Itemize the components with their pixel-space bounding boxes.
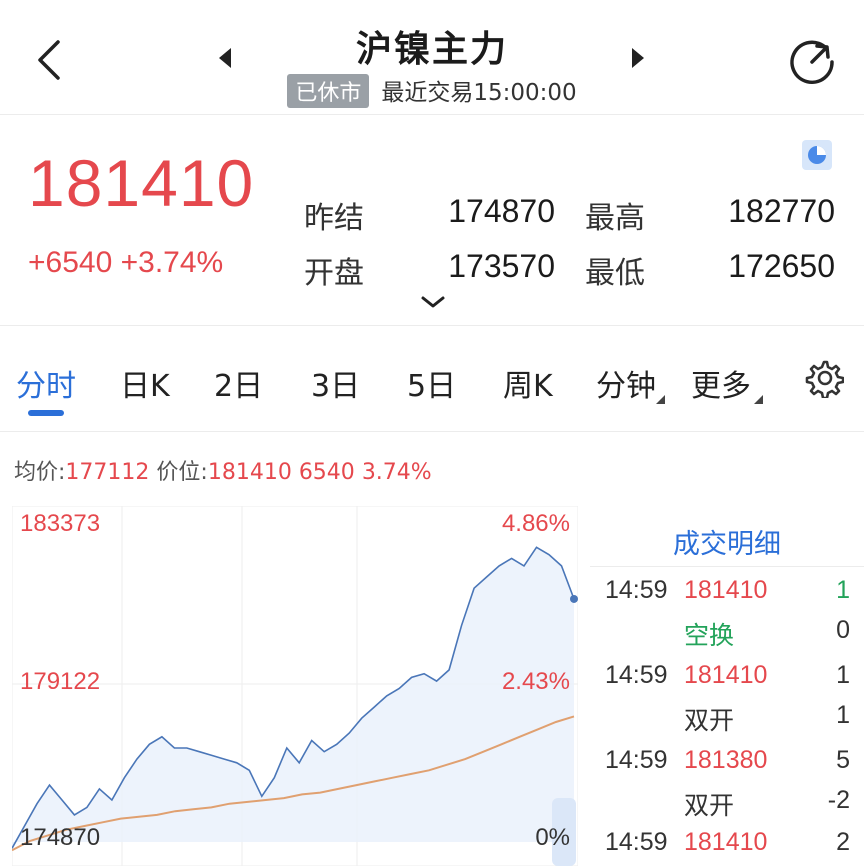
high-value: 182770: [728, 193, 835, 229]
trade-volume: 1: [836, 576, 850, 604]
pie-chart-icon[interactable]: [802, 140, 832, 170]
trade-time: 14:59: [605, 576, 668, 604]
minute-dropdown-indicator: [656, 395, 665, 404]
high-label: 最高: [585, 201, 645, 236]
open-label: 开盘: [304, 256, 364, 291]
avg-label: 均价:: [14, 460, 66, 485]
header: 沪镍主力 已休市 最近交易15:00:00: [0, 0, 864, 114]
trade-time: 14:59: [605, 661, 668, 689]
prev-settle-value: 174870: [448, 193, 555, 229]
trade-volume: 5: [836, 746, 850, 774]
price-info-line: 均价:177112 价位:181410 6540 3.74%: [14, 454, 432, 486]
trade-volume: 1: [836, 701, 850, 729]
axis-mid-percent: 2.43%: [501, 668, 570, 695]
quote-divider: [0, 325, 864, 326]
axis-base-percent: 0%: [535, 824, 570, 851]
low-value: 172650: [728, 248, 835, 284]
tabs-divider: [0, 431, 864, 432]
axis-mid-price: 179122: [20, 668, 101, 695]
trade-row: 14:59 181410 2: [590, 828, 864, 866]
low-label: 最低: [585, 256, 645, 291]
more-dropdown-indicator: [754, 395, 763, 404]
trade-row: 双开 -2: [590, 786, 864, 826]
avg-value: 177112: [65, 460, 150, 485]
trade-price: 181380: [684, 746, 768, 774]
page-title: 沪镍主力: [355, 29, 508, 70]
trade-row: 空换 0: [590, 616, 864, 656]
price-change: +6540 +3.74%: [28, 246, 223, 280]
trade-row: 14:59 181380 5: [590, 746, 864, 786]
info-price-value: 181410: [207, 460, 292, 485]
last-price-dot: [570, 594, 578, 603]
trade-volume: 0: [836, 616, 850, 644]
trade-row: 14:59 181410 1: [590, 661, 864, 701]
open-value: 173570: [448, 248, 555, 284]
info-change-value: 6540: [298, 460, 355, 485]
tab-3-day[interactable]: 3日: [311, 361, 360, 405]
intraday-chart[interactable]: 183373 4.86% 179122 2.43% 174870 0%: [11, 505, 579, 866]
last-price: 181410: [28, 146, 255, 220]
prev-settle-label: 昨结: [304, 201, 364, 236]
trade-detail-divider: [590, 566, 864, 567]
trade-detail-title: 成交明细: [673, 529, 781, 560]
trade-volume: 1: [836, 661, 850, 689]
axis-top-percent: 4.86%: [501, 510, 570, 537]
expand-chevron-down-icon[interactable]: [420, 295, 446, 309]
header-divider: [0, 114, 864, 115]
trade-row: 双开 1: [590, 701, 864, 741]
change-value: +6540: [28, 246, 113, 279]
tab-minute[interactable]: 分钟: [596, 361, 656, 405]
gear-icon[interactable]: [804, 358, 844, 398]
next-contract-icon[interactable]: [628, 44, 648, 72]
trade-price: 181410: [684, 828, 768, 856]
axis-top-price: 183373: [20, 510, 101, 537]
trade-row: 14:59 181410 1: [590, 576, 864, 616]
axis-base-price: 174870: [20, 824, 101, 851]
trade-detail-panel[interactable]: 成交明细 14:59 181410 1 空换 0 14:59 181410 1 …: [590, 506, 864, 866]
tab-2-day[interactable]: 2日: [214, 361, 263, 405]
trade-volume: -2: [827, 786, 850, 814]
price-label: 价位:: [156, 460, 208, 485]
tab-more[interactable]: 更多: [691, 361, 751, 405]
refresh-icon[interactable]: [786, 36, 838, 88]
trade-price: 181410: [684, 661, 768, 689]
trade-volume: 2: [836, 828, 850, 856]
trade-price: 181410: [684, 576, 768, 604]
trade-time: 14:59: [605, 828, 668, 856]
trade-time: 14:59: [605, 746, 668, 774]
tab-daily-k[interactable]: 日K: [120, 361, 170, 405]
last-trade-time: 最近交易15:00:00: [381, 80, 577, 106]
active-tab-indicator: [28, 410, 64, 416]
tab-weekly-k[interactable]: 周K: [503, 361, 553, 405]
market-status: 已休市 最近交易15:00:00: [0, 73, 864, 108]
trade-type: 双开: [684, 706, 735, 735]
tab-5-day[interactable]: 5日: [407, 361, 456, 405]
tab-intraday[interactable]: 分时: [16, 361, 76, 405]
info-change-percent: 3.74%: [361, 460, 432, 485]
trade-type: 双开: [684, 791, 735, 820]
status-badge: 已休市: [287, 74, 370, 108]
trade-type: 空换: [684, 621, 735, 650]
change-percent: +3.74%: [120, 246, 224, 279]
